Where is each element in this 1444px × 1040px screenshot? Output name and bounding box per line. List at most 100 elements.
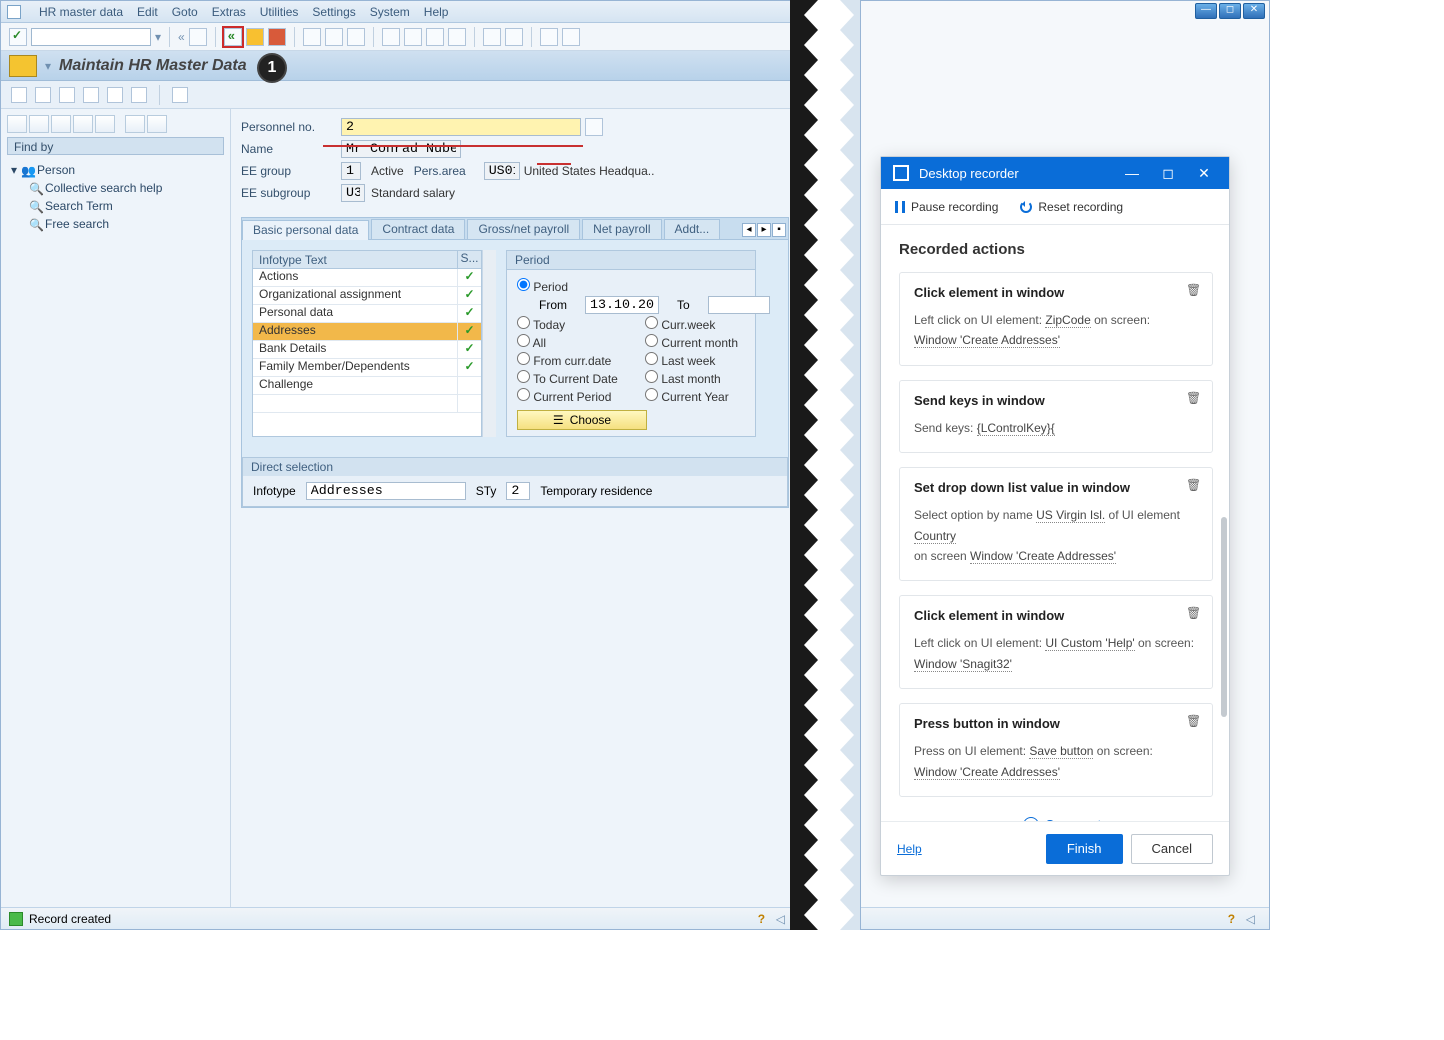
find-icon[interactable] — [325, 28, 343, 46]
tab-gross-net[interactable]: Gross/net payroll — [467, 219, 580, 239]
create-icon[interactable] — [11, 87, 27, 103]
menu-help[interactable]: Help — [424, 5, 449, 19]
table-row[interactable] — [253, 395, 481, 413]
tree-search-term[interactable]: 🔍Search Term — [11, 197, 220, 215]
nav-fwd-icon[interactable] — [29, 115, 49, 133]
period-radio[interactable]: Current Year — [645, 388, 729, 404]
trash-icon[interactable]: 🗑 — [1186, 714, 1202, 730]
help-icon[interactable] — [540, 28, 558, 46]
nav-fav-icon[interactable] — [73, 115, 93, 133]
menu-edit[interactable]: Edit — [137, 5, 158, 19]
next-page-icon[interactable] — [426, 28, 444, 46]
menu-utilities[interactable]: Utilities — [260, 5, 299, 19]
menu-system[interactable]: System — [370, 5, 410, 19]
period-radio[interactable]: To Current Date — [517, 370, 627, 386]
maximize-button[interactable]: ◻ — [1219, 3, 1241, 19]
status-help-icon[interactable]: ? — [1228, 912, 1242, 926]
save-icon[interactable] — [189, 28, 207, 46]
finish-button[interactable]: Finish — [1046, 834, 1123, 864]
tab-addt[interactable]: Addt... — [664, 219, 721, 239]
period-radio[interactable]: Curr.week — [645, 316, 715, 332]
nav-up-icon[interactable] — [147, 115, 167, 133]
status-help-icon[interactable]: ? — [758, 912, 772, 926]
copy-icon[interactable] — [83, 87, 99, 103]
status-arrow-icon[interactable]: ◁ — [1246, 912, 1255, 926]
exit-icon[interactable] — [246, 28, 264, 46]
prev-page-icon[interactable] — [404, 28, 422, 46]
table-row[interactable]: Addresses — [253, 323, 481, 341]
status-arrow-icon[interactable]: ◁ — [776, 912, 785, 926]
nav-down-icon[interactable] — [125, 115, 145, 133]
nav-back-icon[interactable] — [7, 115, 27, 133]
first-page-icon[interactable] — [382, 28, 400, 46]
last-page-icon[interactable] — [448, 28, 466, 46]
overview-icon[interactable] — [172, 87, 188, 103]
period-radio[interactable]: All — [517, 334, 627, 350]
help-link[interactable]: Help — [897, 842, 922, 856]
shortcut-icon[interactable] — [505, 28, 523, 46]
from-date-input[interactable] — [585, 296, 659, 314]
display-icon[interactable] — [59, 87, 75, 103]
recorder-close[interactable]: ✕ — [1191, 165, 1217, 182]
personnel-no-input[interactable] — [341, 118, 581, 136]
okcode-input[interactable] — [31, 28, 151, 46]
period-radio[interactable]: Last week — [645, 352, 715, 368]
delimit-icon[interactable] — [107, 87, 123, 103]
tab-contract-data[interactable]: Contract data — [371, 219, 465, 239]
tree-person[interactable]: ▾👥Person — [11, 161, 220, 179]
enter-icon[interactable] — [9, 28, 27, 46]
change-icon[interactable] — [35, 87, 51, 103]
nav-addfav-icon[interactable] — [95, 115, 115, 133]
cancel-button[interactable]: Cancel — [1131, 834, 1213, 864]
trash-icon[interactable]: 🗑 — [1186, 283, 1202, 299]
infotype-input[interactable] — [306, 482, 466, 500]
pause-recording[interactable]: Pause recording — [895, 200, 998, 214]
period-radio[interactable]: Last month — [645, 370, 721, 386]
period-radio[interactable]: Period — [517, 278, 568, 294]
menu-goto[interactable]: Goto — [172, 5, 198, 19]
menu-hr[interactable]: HR master data — [39, 5, 123, 19]
new-session-icon[interactable] — [483, 28, 501, 46]
reset-recording[interactable]: Reset recording — [1020, 200, 1123, 214]
tab-list-icon[interactable]: ▪ — [772, 223, 786, 237]
tab-scroll-left-icon[interactable]: ◂ — [742, 223, 756, 237]
find-next-icon[interactable] — [347, 28, 365, 46]
table-row[interactable]: Organizational assignment — [253, 287, 481, 305]
choose-button[interactable]: ☰Choose — [517, 410, 647, 430]
tree-collective[interactable]: 🔍Collective search help — [11, 179, 220, 197]
add-comment[interactable]: +Comment — [899, 811, 1225, 821]
table-row[interactable]: Bank Details — [253, 341, 481, 359]
back-button[interactable] — [224, 28, 242, 46]
period-radio[interactable]: From curr.date — [517, 352, 627, 368]
tab-net-payroll[interactable]: Net payroll — [582, 219, 661, 239]
period-radio[interactable]: Current Period — [517, 388, 627, 404]
trash-icon[interactable]: 🗑 — [1186, 478, 1202, 494]
close-button[interactable]: ✕ — [1243, 3, 1265, 19]
trash-icon[interactable]: 🗑 — [1186, 606, 1202, 622]
nav-hist-icon[interactable] — [51, 115, 71, 133]
tree-free-search[interactable]: 🔍Free search — [11, 215, 220, 233]
print-icon[interactable] — [303, 28, 321, 46]
table-scrollbar[interactable] — [482, 250, 496, 437]
to-date-input[interactable] — [708, 296, 770, 314]
period-radio[interactable]: Today — [517, 316, 627, 332]
trash-icon[interactable]: 🗑 — [1186, 391, 1202, 407]
layout-icon[interactable] — [562, 28, 580, 46]
minimize-button[interactable]: — — [1195, 3, 1217, 19]
table-row[interactable]: Challenge — [253, 377, 481, 395]
tab-scroll-right-icon[interactable]: ▸ — [757, 223, 771, 237]
cancel-icon[interactable] — [268, 28, 286, 46]
menu-settings[interactable]: Settings — [312, 5, 355, 19]
search-help-icon[interactable] — [585, 118, 603, 136]
tab-basic-personal-data[interactable]: Basic personal data — [242, 220, 369, 240]
table-row[interactable]: Personal data — [253, 305, 481, 323]
sty-input[interactable] — [506, 482, 530, 500]
period-radio[interactable]: Current month — [645, 334, 738, 350]
menu-extras[interactable]: Extras — [212, 5, 246, 19]
recorder-minimize[interactable]: — — [1119, 165, 1145, 181]
recorder-maximize[interactable]: ◻ — [1155, 165, 1181, 182]
delete-icon[interactable] — [131, 87, 147, 103]
recorder-scrollbar[interactable] — [1221, 517, 1227, 717]
table-row[interactable]: Actions — [253, 269, 481, 287]
table-row[interactable]: Family Member/Dependents — [253, 359, 481, 377]
